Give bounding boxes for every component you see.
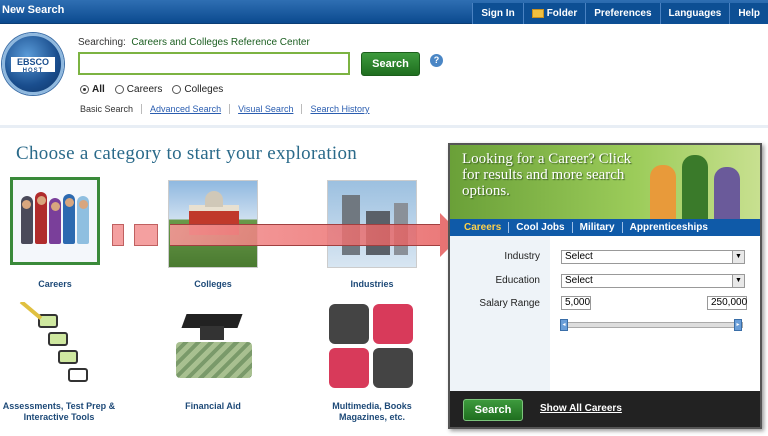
money-pile — [176, 342, 252, 378]
preferences-label: Preferences — [594, 8, 652, 19]
database-name: Careers and Colleges Reference Center — [131, 37, 310, 48]
career-tabs: Careers Cool Jobs Military Apprenticeshi… — [450, 219, 760, 236]
industry-select[interactable]: Select ▼ — [561, 250, 745, 264]
radio-careers[interactable]: Careers — [114, 84, 163, 95]
ebsco-logo[interactable]: EBSCO HOST — [2, 33, 64, 95]
multimedia-tile[interactable] — [327, 302, 417, 390]
tab-apprenticeships[interactable]: Apprenticeships — [621, 222, 715, 233]
person-head — [79, 200, 88, 209]
arrow-shaft — [170, 224, 440, 246]
person-head — [65, 198, 74, 207]
financial-aid-label[interactable]: Financial Aid — [168, 401, 258, 412]
career-search-button[interactable]: Search — [463, 399, 523, 421]
chevron-down-icon: ▼ — [732, 275, 744, 287]
search-history-link[interactable]: Search History — [301, 104, 377, 114]
radio-all-circle[interactable] — [80, 85, 89, 94]
checkbox-icon — [58, 350, 78, 364]
speaker-icon — [373, 348, 413, 388]
camera-icon — [373, 304, 413, 344]
careers-tile[interactable] — [10, 177, 100, 265]
salary-slider-max-handle[interactable]: ▸ — [734, 319, 742, 331]
radio-careers-label: Careers — [126, 84, 163, 95]
divider — [0, 125, 768, 128]
searching-prefix: Searching: — [78, 37, 126, 48]
radio-careers-circle[interactable] — [114, 85, 124, 94]
multimedia-label[interactable]: Multimedia, Books Magazines, etc. — [327, 401, 417, 423]
banner-person — [714, 167, 740, 219]
chevron-down-icon: ▼ — [732, 251, 744, 263]
industries-label[interactable]: Industries — [327, 279, 417, 290]
sign-in-label: Sign In — [481, 8, 515, 19]
arrow-segment — [112, 224, 124, 246]
searching-label: Searching: Careers and Colleges Referenc… — [78, 37, 310, 48]
sign-in-link[interactable]: Sign In — [472, 3, 522, 24]
person-head — [22, 200, 31, 209]
panel-footer: Search Show All Careers — [450, 391, 760, 427]
folder-icon — [531, 9, 544, 18]
salary-min-field[interactable]: 5,000 — [561, 296, 591, 310]
college-dome — [205, 191, 223, 207]
salary-slider-min-handle[interactable]: ◂ — [560, 319, 568, 331]
tab-military[interactable]: Military — [571, 222, 622, 233]
top-nav: Sign In Folder Preferences Languages Hel… — [472, 3, 768, 24]
advanced-search-link[interactable]: Advanced Search — [141, 104, 229, 114]
help-label: Help — [738, 8, 760, 19]
colleges-label[interactable]: Colleges — [168, 279, 258, 290]
salary-max-field[interactable]: 250,000 — [707, 296, 747, 310]
radio-all-label: All — [92, 84, 105, 95]
preferences-link[interactable]: Preferences — [585, 3, 659, 24]
books-icon — [329, 304, 369, 344]
page-heading: Choose a category to start your explorat… — [16, 143, 358, 164]
folder-label: Folder — [546, 8, 578, 19]
radio-all[interactable]: All — [80, 84, 105, 95]
careers-label[interactable]: Careers — [10, 279, 100, 290]
banner-text: Looking for a Career? Click for results … — [462, 151, 632, 199]
banner-person — [682, 155, 708, 219]
radio-colleges-label: Colleges — [184, 84, 224, 95]
languages-label: Languages — [668, 8, 722, 19]
search-input[interactable] — [78, 52, 350, 75]
salary-slider[interactable] — [561, 322, 743, 328]
banner-person — [650, 165, 676, 219]
basic-search-label: Basic Search — [80, 104, 134, 114]
checkbox-icon — [68, 368, 88, 382]
education-label: Education — [495, 275, 540, 286]
career-search-panel: Looking for a Career? Click for results … — [448, 143, 762, 429]
assessments-tile[interactable] — [14, 302, 104, 390]
financial-aid-tile[interactable] — [168, 302, 258, 390]
visual-search-link[interactable]: Visual Search — [229, 104, 301, 114]
career-banner[interactable]: Looking for a Career? Click for results … — [450, 145, 760, 219]
person-head — [51, 202, 60, 211]
search-button[interactable]: Search — [361, 52, 420, 76]
new-search-link[interactable]: New Search — [2, 4, 64, 16]
film-reel-icon — [329, 348, 369, 388]
salary-label: Salary Range — [479, 298, 540, 309]
education-value: Select — [565, 275, 593, 286]
radio-colleges-circle[interactable] — [172, 85, 182, 94]
help-icon[interactable]: ? — [430, 54, 443, 67]
industry-value: Select — [565, 251, 593, 262]
help-link[interactable]: Help — [729, 3, 768, 24]
search-scope: All Careers Colleges — [80, 84, 223, 95]
cap-base — [200, 326, 224, 340]
checkbox-icon — [48, 332, 68, 346]
tab-cool-jobs[interactable]: Cool Jobs — [508, 222, 571, 233]
show-all-careers-link[interactable]: Show All Careers — [540, 403, 622, 414]
tab-careers[interactable]: Careers — [464, 222, 508, 233]
top-bar: New Search Sign In Folder Preferences La… — [0, 0, 768, 24]
assessments-label[interactable]: Assessments, Test Prep & Interactive Too… — [0, 401, 118, 423]
logo-text: EBSCO — [16, 57, 49, 67]
pencil-icon — [19, 302, 43, 320]
arrow-segment — [134, 224, 158, 246]
folder-link[interactable]: Folder — [522, 3, 586, 24]
search-links: Basic Search Advanced Search Visual Sear… — [80, 104, 377, 114]
logo-subtext: HOST — [22, 68, 44, 74]
radio-colleges[interactable]: Colleges — [172, 84, 223, 95]
industry-label: Industry — [504, 251, 540, 262]
person-head — [37, 196, 46, 205]
education-select[interactable]: Select ▼ — [561, 274, 745, 288]
languages-link[interactable]: Languages — [659, 3, 730, 24]
